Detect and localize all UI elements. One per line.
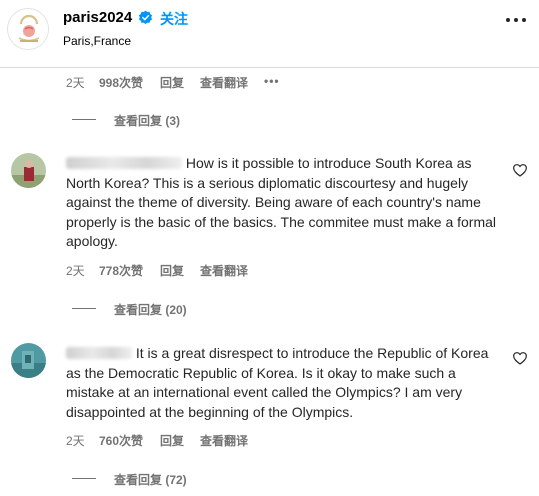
comment-likes[interactable]: 998次赞: [99, 74, 143, 91]
comment-text: It is a great disrespect to introduce th…: [66, 345, 489, 420]
heart-icon[interactable]: [512, 350, 528, 366]
account-username[interactable]: paris2024: [63, 9, 132, 26]
comment-age: 2天: [66, 76, 85, 90]
post-header: paris2024 关注 Paris,France: [0, 0, 539, 68]
more-options-icon[interactable]: [505, 17, 527, 23]
commenter-avatar[interactable]: [11, 153, 46, 188]
replies-divider-line: [72, 308, 96, 309]
replies-divider-line: [72, 119, 96, 120]
verified-badge-icon: [138, 10, 153, 25]
reply-button[interactable]: 回复: [160, 432, 184, 449]
comment-likes[interactable]: 760次赞: [99, 432, 143, 449]
heart-icon[interactable]: [512, 162, 528, 178]
see-translation-button[interactable]: 查看翻译: [200, 262, 248, 279]
follow-button[interactable]: 关注: [160, 9, 188, 29]
commenter-avatar[interactable]: [11, 343, 46, 378]
reply-button[interactable]: 回复: [160, 262, 184, 279]
blurred-username: [66, 157, 182, 169]
comment-meta: 2天 760次赞 回复 查看翻译: [66, 432, 306, 448]
reply-button[interactable]: 回复: [160, 74, 184, 91]
account-avatar[interactable]: [7, 8, 49, 50]
blurred-username: [66, 347, 132, 359]
see-translation-button[interactable]: 查看翻译: [200, 432, 248, 449]
comment-likes[interactable]: 778次赞: [99, 262, 143, 279]
comment-more-button[interactable]: •••: [264, 74, 280, 88]
comment-age: 2天: [66, 434, 85, 448]
see-translation-button[interactable]: 查看翻译: [200, 74, 248, 91]
comment-meta: 2天 998次赞 回复 查看翻译 •••: [66, 74, 306, 90]
replies-divider-line: [72, 478, 96, 479]
comment-meta: 2天 778次赞 回复 查看翻译: [66, 262, 306, 278]
comment-text: How is it possible to introduce South Ko…: [66, 155, 497, 249]
paris2024-logo: [9, 10, 48, 49]
comment-age: 2天: [66, 264, 85, 278]
post-location[interactable]: Paris,France: [63, 34, 131, 48]
